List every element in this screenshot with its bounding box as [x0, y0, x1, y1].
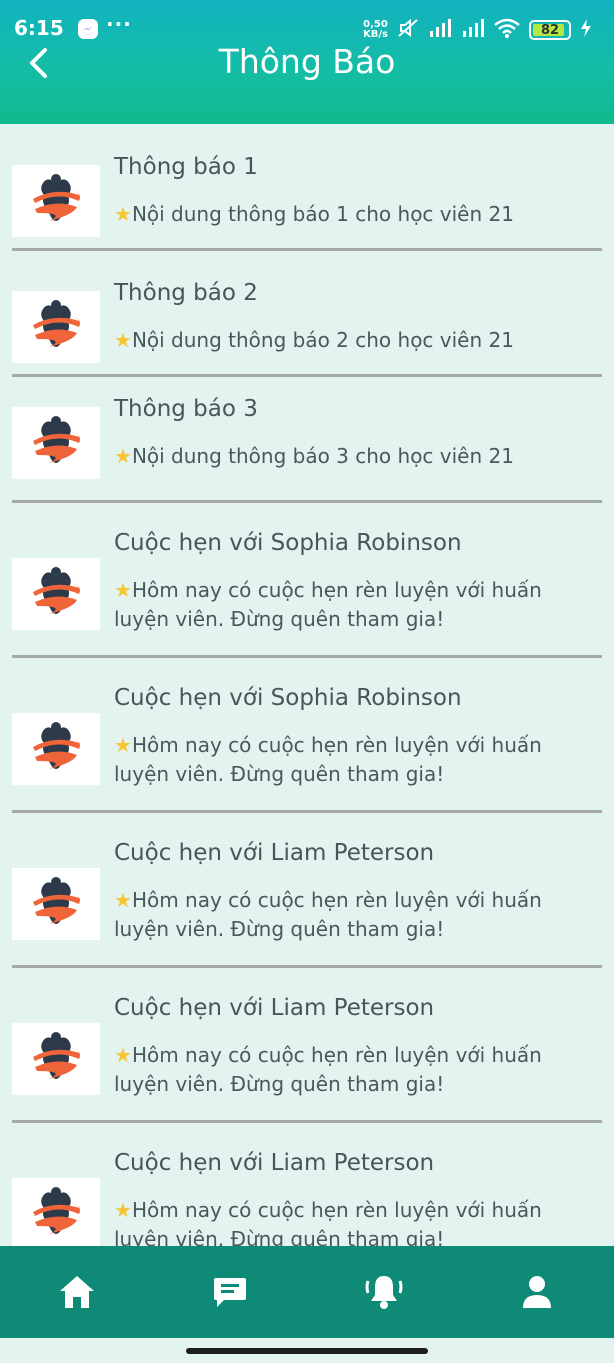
gym-logo-icon [33, 300, 80, 347]
notification-body: ★Hôm nay có cuộc hẹn rèn luyện với huấn … [114, 731, 584, 789]
more-notifications-dots: ··· [106, 12, 132, 36]
notification-body: ★Nội dung thông báo 3 cho học viên 21 [114, 442, 584, 471]
messenger-icon [78, 19, 98, 39]
notifications-screen: 6:15 ··· 0,50 KB/s 82 Thông Báo Thông bá… [0, 0, 614, 1363]
notification-title: Cuộc hẹn với Sophia Robinson [114, 530, 462, 556]
notification-item[interactable]: Cuộc hẹn với Liam Peterson ★Hôm nay có cu… [0, 967, 614, 1122]
notification-item[interactable]: Cuộc hẹn với Liam Peterson ★Hôm nay có cu… [0, 1122, 614, 1246]
notification-body: ★Hôm nay có cuộc hẹn rèn luyện với huấn … [114, 886, 584, 944]
notification-item[interactable]: Thông báo 3 ★Nội dung thông báo 3 cho học… [0, 376, 614, 502]
gym-logo-icon [33, 1187, 80, 1234]
notification-item[interactable]: Cuộc hẹn với Liam Peterson ★Hôm nay có cu… [0, 812, 614, 967]
notification-title: Thông báo 2 [114, 280, 258, 306]
nav-profile-button[interactable] [497, 1252, 577, 1332]
status-time: 6:15 [14, 16, 64, 40]
signal-icon-1 [428, 19, 452, 41]
notification-list[interactable]: Thông báo 1 ★Nội dung thông báo 1 cho học… [0, 124, 614, 1246]
network-speed-unit: KB/s [363, 29, 388, 40]
notification-thumbnail [12, 407, 100, 479]
status-bar: 6:15 ··· 0,50 KB/s 82 [0, 0, 614, 42]
star-icon: ★ [114, 444, 132, 468]
gym-logo-icon [33, 416, 80, 463]
notification-thumbnail [12, 291, 100, 363]
battery-indicator: 82 [529, 20, 571, 40]
bell-icon [365, 1276, 403, 1309]
home-indicator [0, 1338, 614, 1363]
page-title: Thông Báo [218, 42, 396, 81]
notification-item[interactable]: Cuộc hẹn với Sophia Robinson ★Hôm nay có … [0, 657, 614, 812]
notification-thumbnail [12, 868, 100, 940]
notification-thumbnail [12, 1023, 100, 1095]
notification-body-text: Hôm nay có cuộc hẹn rèn luyện với huấn l… [114, 888, 542, 941]
status-right: 0,50 KB/s 82 [363, 18, 592, 42]
notification-body-text: Nội dung thông báo 3 cho học viên 21 [131, 444, 514, 468]
notification-body-text: Nội dung thông báo 2 cho học viên 21 [131, 328, 514, 352]
user-icon [523, 1276, 552, 1308]
notification-item[interactable]: Cuộc hẹn với Sophia Robinson ★Hôm nay có … [0, 502, 614, 657]
notification-body-text: Hôm nay có cuộc hẹn rèn luyện với huấn l… [114, 733, 542, 786]
star-icon: ★ [114, 578, 132, 602]
notification-item[interactable]: Thông báo 2 ★Nội dung thông báo 2 cho học… [0, 250, 614, 376]
nav-messages-button[interactable] [190, 1252, 270, 1332]
chat-icon [214, 1278, 247, 1307]
notification-title: Thông báo 3 [114, 396, 258, 422]
network-speed: 0,50 KB/s [363, 20, 388, 40]
notification-body: ★Hôm nay có cuộc hẹn rèn luyện với huấn … [114, 576, 584, 634]
star-icon: ★ [114, 328, 132, 352]
app-header: 6:15 ··· 0,50 KB/s 82 Thông Báo [0, 0, 614, 124]
star-icon: ★ [114, 888, 132, 912]
notification-title: Cuộc hẹn với Liam Peterson [114, 1150, 435, 1176]
notification-body-text: Hôm nay có cuộc hẹn rèn luyện với huấn l… [114, 1043, 542, 1096]
nav-home-button[interactable] [37, 1252, 117, 1332]
star-icon: ★ [114, 733, 132, 757]
notification-title: Cuộc hẹn với Sophia Robinson [114, 685, 462, 711]
gym-logo-icon [33, 174, 80, 221]
nav-notifications-button[interactable] [344, 1252, 424, 1332]
notification-body-text: Hôm nay có cuộc hẹn rèn luyện với huấn l… [114, 578, 542, 631]
notification-title: Cuộc hẹn với Liam Peterson [114, 995, 435, 1021]
bottom-navigation [0, 1246, 614, 1338]
star-icon: ★ [114, 202, 132, 226]
signal-icon-2 [461, 19, 485, 41]
notification-body-text: Hôm nay có cuộc hẹn rèn luyện với huấn l… [114, 1198, 542, 1246]
battery-level: 82 [540, 22, 560, 38]
home-icon [59, 1276, 94, 1308]
mute-icon [397, 18, 419, 42]
notification-body: ★Nội dung thông báo 2 cho học viên 21 [114, 326, 584, 355]
notification-thumbnail [12, 713, 100, 785]
notification-item[interactable]: Thông báo 1 ★Nội dung thông báo 1 cho học… [0, 124, 614, 250]
notification-title: Thông báo 1 [114, 154, 258, 180]
gym-logo-icon [33, 722, 80, 769]
notification-body: ★Hôm nay có cuộc hẹn rèn luyện với huấn … [114, 1041, 584, 1099]
notification-thumbnail [12, 558, 100, 630]
notification-thumbnail [12, 1178, 100, 1246]
gym-logo-icon [33, 1032, 80, 1079]
notification-thumbnail [12, 165, 100, 237]
wifi-icon [494, 18, 520, 42]
notification-body: ★Hôm nay có cuộc hẹn rèn luyện với huấn … [114, 1196, 584, 1246]
gym-logo-icon [33, 877, 80, 924]
star-icon: ★ [114, 1043, 132, 1067]
gym-logo-icon [33, 567, 80, 614]
home-bar[interactable] [186, 1348, 428, 1354]
notification-title: Cuộc hẹn với Liam Peterson [114, 840, 435, 866]
notification-body-text: Nội dung thông báo 1 cho học viên 21 [131, 202, 514, 226]
notification-body: ★Nội dung thông báo 1 cho học viên 21 [114, 200, 584, 229]
star-icon: ★ [114, 1198, 132, 1222]
charging-icon [580, 19, 592, 41]
